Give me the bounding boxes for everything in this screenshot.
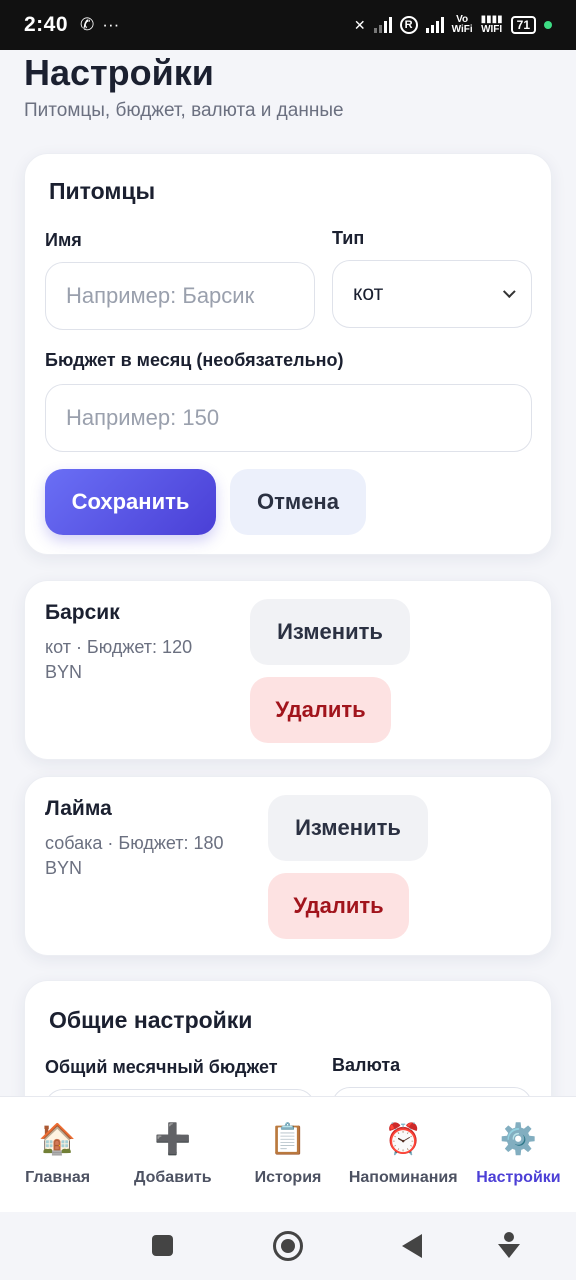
currency-label: Валюта bbox=[332, 1055, 401, 1075]
pet-meta: кот · Бюджет: 120 BYN bbox=[45, 637, 193, 682]
recents-icon[interactable] bbox=[152, 1235, 173, 1256]
plus-icon: ➕ bbox=[154, 1123, 192, 1156]
chevron-down-icon bbox=[502, 284, 516, 298]
home-icon[interactable] bbox=[273, 1231, 303, 1261]
settings-content[interactable]: Настройки Питомцы, бюджет, валюта и данн… bbox=[0, 50, 576, 1096]
wifi-icon: ▮▮▮▮ WIFI bbox=[480, 14, 503, 35]
signal-icon bbox=[425, 17, 444, 33]
signal-icon bbox=[373, 17, 392, 33]
pet-meta: собака · Бюджет: 180 BYN bbox=[45, 833, 224, 878]
currency-select[interactable] bbox=[332, 1087, 532, 1096]
general-settings-card: Общие настройки Общий месячный бюджет Ва… bbox=[24, 980, 552, 1096]
page-subtitle: Питомцы, бюджет, валюта и данные bbox=[24, 100, 344, 121]
cancel-button[interactable]: Отмена bbox=[230, 469, 366, 535]
total-budget-label: Общий месячный бюджет bbox=[45, 1057, 278, 1077]
privacy-dot-icon bbox=[544, 21, 552, 29]
battery-icon: 71 bbox=[510, 16, 536, 34]
assistant-icon[interactable] bbox=[496, 1232, 522, 1262]
budget-label: Бюджет в месяц (необязательно) bbox=[45, 350, 344, 370]
status-bar: 2:40 ✆ ··· ✕ R Vo WiFi ▮▮▮▮ WIFI 71 bbox=[0, 0, 576, 50]
total-budget-input[interactable] bbox=[45, 1089, 315, 1096]
edit-pet-button[interactable]: Изменить bbox=[250, 599, 410, 665]
nav-item-history[interactable]: 📋 История bbox=[230, 1097, 345, 1212]
vowifi-icon: Vo WiFi bbox=[451, 14, 473, 35]
pet-form-card: Питомцы Имя Например: Барсик Тип кот Бюд… bbox=[24, 153, 552, 555]
nav-item-add[interactable]: ➕ Добавить bbox=[115, 1097, 230, 1212]
nav-item-reminders[interactable]: ⏰ Напоминания bbox=[346, 1097, 461, 1212]
pet-card: Лайма собака · Бюджет: 180 BYN Изменить … bbox=[24, 776, 552, 956]
house-icon: 🏠 bbox=[38, 1123, 77, 1156]
pet-type-select[interactable]: кот bbox=[332, 260, 532, 328]
bottom-nav: 🏠 Главная ➕ Добавить 📋 История ⏰ Напомин… bbox=[0, 1096, 576, 1212]
save-button[interactable]: Сохранить bbox=[45, 469, 216, 535]
status-time: 2:40 bbox=[24, 13, 69, 36]
name-label: Имя bbox=[45, 230, 82, 250]
mute-icon: ✕ bbox=[353, 16, 366, 33]
nav-item-settings[interactable]: ⚙️ Настройки bbox=[461, 1097, 576, 1212]
clipboard-icon: 📋 bbox=[269, 1123, 307, 1156]
more-dots-icon: ··· bbox=[102, 15, 120, 34]
pet-name-placeholder: Например: Барсик bbox=[66, 283, 255, 308]
pet-name-input[interactable]: Например: Барсик bbox=[45, 262, 315, 330]
delete-pet-button[interactable]: Удалить bbox=[268, 873, 409, 939]
pet-budget-placeholder: Например: 150 bbox=[66, 405, 220, 430]
pet-card: Барсик кот · Бюджет: 120 BYN Изменить Уд… bbox=[24, 580, 552, 760]
system-nav-bar bbox=[0, 1212, 576, 1280]
pet-form-title: Питомцы bbox=[49, 178, 156, 204]
nav-item-home[interactable]: 🏠 Главная bbox=[0, 1097, 115, 1212]
general-settings-title: Общие настройки bbox=[49, 1007, 253, 1033]
page-title: Настройки bbox=[24, 52, 214, 93]
roaming-r-icon: R bbox=[399, 16, 418, 34]
pet-type-value: кот bbox=[353, 282, 384, 305]
pet-name: Барсик bbox=[45, 601, 120, 624]
edit-pet-button[interactable]: Изменить bbox=[268, 795, 428, 861]
whatsapp-icon: ✆ bbox=[80, 15, 95, 34]
back-icon[interactable] bbox=[402, 1234, 422, 1258]
pet-budget-input[interactable]: Например: 150 bbox=[45, 384, 532, 452]
pet-name: Лайма bbox=[45, 797, 112, 820]
alarm-clock-icon: ⏰ bbox=[384, 1123, 422, 1156]
delete-pet-button[interactable]: Удалить bbox=[250, 677, 391, 743]
type-label: Тип bbox=[332, 228, 365, 248]
gear-icon: ⚙️ bbox=[499, 1123, 538, 1156]
